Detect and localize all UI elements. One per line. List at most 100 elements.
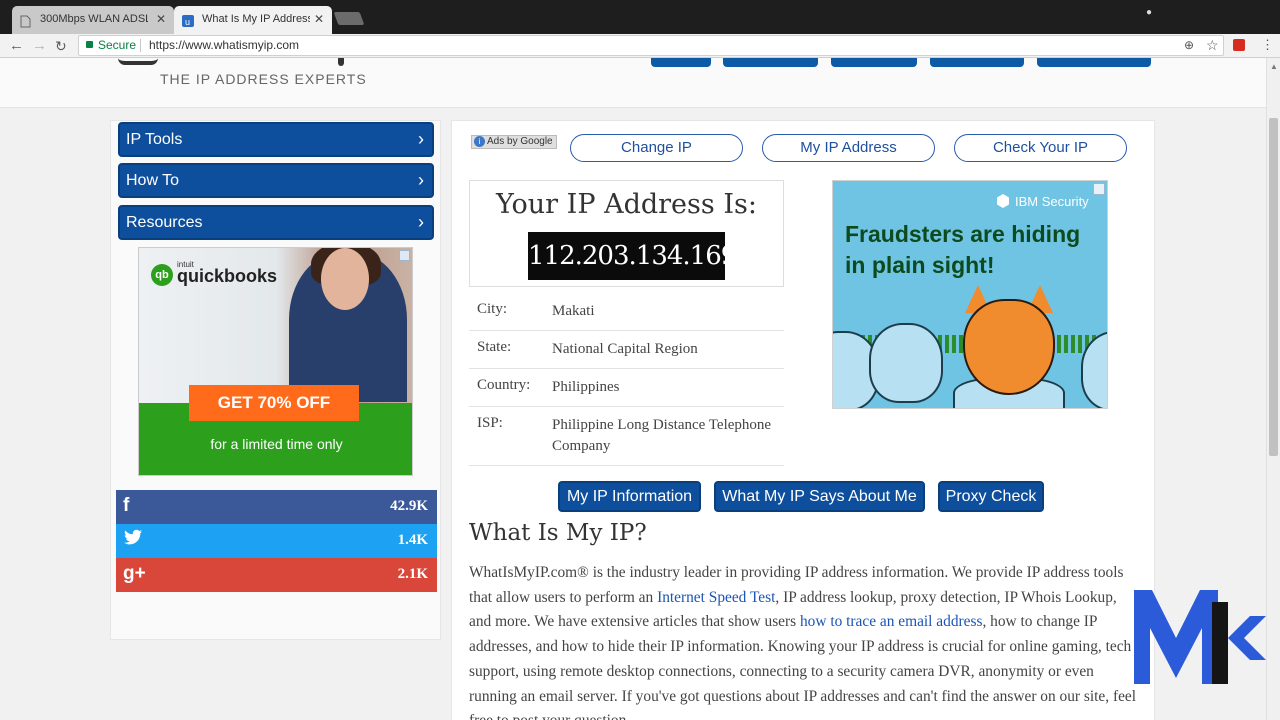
top-nav-item[interactable] — [930, 58, 1024, 67]
extension-icon[interactable] — [1233, 39, 1245, 51]
main-content: i Ads by Google Change IP My IP Address C… — [451, 120, 1155, 720]
share-count: 1.4K — [397, 532, 428, 548]
intro-paragraph: WhatIsMyIP.com® is the industry leader i… — [469, 564, 1137, 720]
trace-email-link[interactable]: how to trace an email address — [800, 613, 982, 630]
sheep-illustration — [869, 323, 943, 403]
ibm-logo-icon — [997, 194, 1009, 208]
info-label: City: — [477, 301, 508, 317]
sidebar-item-resources[interactable]: Resources › — [118, 205, 434, 240]
browser-tab-strip: 300Mbps WLAN ADSL2+ ✕ u What Is My IP Ad… — [0, 0, 1280, 34]
adchoices-icon[interactable] — [399, 250, 410, 261]
sidebar-item-ip-tools[interactable]: IP Tools › — [118, 122, 434, 157]
quickbooks-logo-icon: qb — [151, 264, 173, 286]
adchoices-icon[interactable] — [1093, 183, 1105, 195]
reload-icon[interactable]: ↻ — [55, 36, 67, 56]
ibm-security-ad[interactable]: IBM Security Fraudsters are hiding in pl… — [832, 180, 1108, 409]
info-icon: i — [474, 136, 485, 147]
address-bar[interactable]: Secure https://www.whatismyip.com ⊕ ☆ — [78, 35, 1224, 56]
my-ip-address-link[interactable]: My IP Address — [762, 134, 935, 162]
top-nav-item[interactable] — [831, 58, 917, 67]
secure-label: Secure — [98, 38, 137, 52]
info-value: National Capital Region — [552, 341, 698, 357]
tab-close-icon[interactable]: ✕ — [314, 6, 324, 32]
table-row: ISP: Philippine Long Distance Telephone … — [469, 407, 784, 466]
quickbooks-ad[interactable]: qb intuit quickbooks GET 70% OFF for a l… — [138, 247, 413, 476]
table-row: Country: Philippines — [469, 369, 784, 407]
ad-headline: Fraudsters are hiding in plain sight! — [845, 221, 1081, 278]
my-ip-information-button[interactable]: My IP Information — [558, 481, 701, 512]
back-arrow-icon[interactable]: ← — [9, 36, 24, 56]
google-plus-share-button[interactable]: g+ 2.1K — [116, 558, 437, 592]
google-plus-icon: g+ — [123, 563, 146, 584]
browser-tab-inactive[interactable]: 300Mbps WLAN ADSL2+ ✕ — [12, 6, 174, 34]
url-separator — [140, 39, 141, 52]
ad-brand: IBM Security — [997, 194, 1089, 209]
ip-title: Your IP Address Is: — [496, 189, 757, 220]
url-text: https://www.whatismyip.com — [149, 38, 300, 52]
ip-address-value[interactable]: 112.203.134.169 — [528, 232, 737, 280]
twitter-share-button[interactable]: 1.4K — [116, 524, 437, 558]
ad-person-head — [321, 248, 369, 310]
table-row: State: National Capital Region — [469, 331, 784, 369]
forward-arrow-icon[interactable]: → — [32, 36, 47, 56]
site-header: THE IP ADDRESS EXPERTS — [0, 58, 1266, 108]
facebook-share-button[interactable]: f 42.9K — [116, 490, 437, 524]
svg-text:u: u — [185, 17, 190, 27]
top-nav-item[interactable] — [1037, 58, 1151, 67]
sidebar-item-label: How To — [126, 172, 180, 189]
facebook-icon: f — [123, 495, 130, 516]
top-nav-item[interactable] — [723, 58, 818, 67]
check-your-ip-link[interactable]: Check Your IP — [954, 134, 1127, 162]
ip-info-table: City: Makati State: National Capital Reg… — [469, 293, 784, 466]
what-my-ip-says-button[interactable]: What My IP Says About Me — [714, 481, 925, 512]
info-value: Makati — [552, 303, 595, 319]
table-row: City: Makati — [469, 293, 784, 331]
ip-address-box: Your IP Address Is: 112.203.134.169 — [469, 180, 784, 287]
ad-subtext: for a limited time only — [210, 436, 343, 452]
tab-title: 300Mbps WLAN ADSL2+ — [40, 13, 148, 25]
mk-watermark-logo — [1132, 588, 1268, 686]
share-count: 42.9K — [390, 498, 428, 514]
fox-illustration — [963, 299, 1055, 395]
proxy-check-button[interactable]: Proxy Check — [938, 481, 1044, 512]
twitter-icon — [123, 529, 143, 552]
browser-toolbar: ← → ↻ Secure https://www.whatismyip.com … — [0, 34, 1280, 58]
sidebar-item-label: IP Tools — [126, 131, 183, 148]
share-count: 2.1K — [397, 566, 428, 582]
zoom-icon[interactable]: ⊕ — [1184, 36, 1194, 55]
profile-icon[interactable]: ● — [1146, 7, 1152, 18]
site-favicon-icon: u — [182, 12, 194, 27]
ads-by-text: Ads by Google — [487, 136, 553, 147]
ad-brand: quickbooks — [177, 266, 278, 286]
scroll-up-arrow-icon[interactable]: ▲ — [1270, 62, 1278, 71]
page-viewport: THE IP ADDRESS EXPERTS IP Tools › How To… — [0, 58, 1266, 720]
info-label: Country: — [477, 377, 531, 393]
tab-title: What Is My IP Address - — [202, 13, 310, 25]
internet-speed-test-link[interactable]: Internet Speed Test — [657, 589, 775, 606]
info-value: Philippines — [552, 379, 620, 395]
info-value: Philippine Long Distance Telephone Compa… — [552, 417, 772, 454]
site-tagline: THE IP ADDRESS EXPERTS — [160, 71, 367, 87]
lock-icon — [86, 41, 93, 48]
sidebar-item-how-to[interactable]: How To › — [118, 163, 434, 198]
site-logo[interactable] — [118, 58, 158, 65]
top-nav-item[interactable] — [651, 58, 711, 67]
menu-dots-icon[interactable]: ⋮ — [1261, 37, 1274, 53]
tab-close-icon[interactable]: ✕ — [156, 6, 166, 32]
new-tab-button[interactable] — [333, 12, 365, 25]
chevron-right-icon: › — [418, 170, 424, 190]
info-label: State: — [477, 339, 512, 355]
document-icon — [20, 12, 32, 28]
left-sidebar: IP Tools › How To › Resources › qb intui… — [110, 120, 441, 640]
chevron-right-icon: › — [418, 129, 424, 149]
bookmark-star-icon[interactable]: ☆ — [1206, 36, 1219, 55]
ads-by-google-label[interactable]: i Ads by Google — [471, 135, 557, 149]
info-label: ISP: — [477, 415, 503, 431]
ad-cta-button[interactable]: GET 70% OFF — [189, 385, 359, 421]
page-scrollbar[interactable]: ▲ — [1266, 58, 1280, 720]
section-heading: What Is My IP? — [469, 520, 647, 546]
browser-tab-active[interactable]: u What Is My IP Address - ✕ — [174, 6, 332, 34]
chevron-right-icon: › — [418, 212, 424, 232]
scrollbar-thumb[interactable] — [1269, 118, 1278, 456]
change-ip-link[interactable]: Change IP — [570, 134, 743, 162]
